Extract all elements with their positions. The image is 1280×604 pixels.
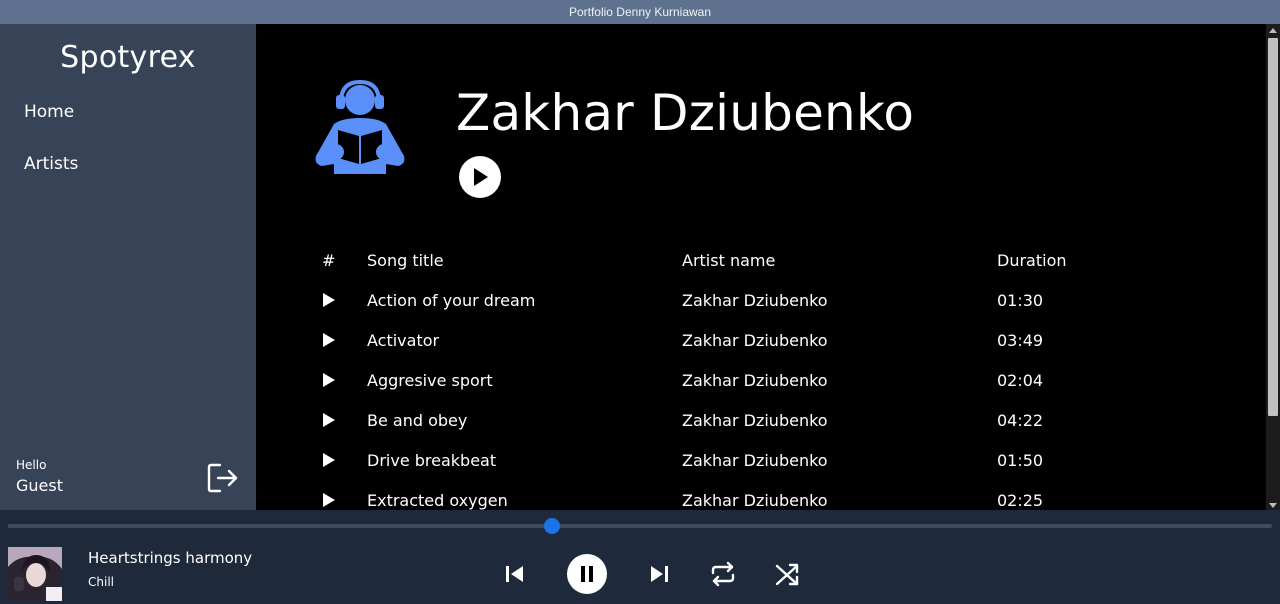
brand-logo-text: Spotyrex	[60, 40, 196, 75]
song-row[interactable]: Be and obey Zakhar Dziubenko 04:22	[316, 400, 1216, 440]
pause-icon	[581, 566, 593, 582]
play-icon[interactable]	[322, 413, 336, 427]
main-content: Zakhar Dziubenko # Song title Artist nam…	[256, 24, 1280, 510]
repeat-button[interactable]	[709, 560, 737, 588]
header-duration: Duration	[997, 251, 1067, 270]
repeat-icon	[711, 561, 735, 587]
song-title: Extracted oxygen	[367, 491, 508, 510]
song-row[interactable]: Action of your dream Zakhar Dziubenko 01…	[316, 280, 1216, 320]
header-number: #	[322, 251, 336, 270]
song-artist: Zakhar Dziubenko	[682, 411, 828, 430]
song-duration: 01:30	[997, 291, 1044, 310]
progress-fill	[8, 524, 552, 528]
pause-button[interactable]	[567, 554, 607, 594]
song-artist: Zakhar Dziubenko	[682, 371, 828, 390]
now-playing-genre: Chill	[88, 575, 114, 589]
logout-button[interactable]	[206, 462, 240, 494]
logout-icon	[207, 463, 238, 493]
song-row[interactable]: Extracted oxygen Zakhar Dziubenko 02:25	[316, 480, 1216, 510]
song-title: Drive breakbeat	[367, 451, 497, 470]
song-row[interactable]: Activator Zakhar Dziubenko 03:49	[316, 320, 1216, 360]
artist-play-button[interactable]	[459, 156, 501, 198]
song-duration: 02:25	[997, 491, 1044, 510]
song-title: Aggresive sport	[367, 371, 493, 390]
progress-knob[interactable]	[543, 518, 560, 534]
song-artist: Zakhar Dziubenko	[682, 331, 828, 350]
song-duration: 04:22	[997, 411, 1044, 430]
song-row[interactable]: Aggresive sport Zakhar Dziubenko 02:04	[316, 360, 1216, 400]
shuffle-icon	[775, 563, 799, 586]
next-icon	[651, 566, 668, 582]
nav-item-artists[interactable]: Artists	[24, 154, 78, 174]
song-title: Activator	[367, 331, 440, 350]
scrollbar-thumb[interactable]	[1268, 38, 1278, 416]
song-artist: Zakhar Dziubenko	[682, 451, 828, 470]
nav-item-home[interactable]: Home	[24, 102, 74, 122]
progress-slider[interactable]	[8, 518, 1272, 534]
header-artist-name: Artist name	[682, 251, 776, 270]
greeting-label: Hello	[16, 458, 47, 472]
artist-name-heading: Zakhar Dziubenko	[456, 84, 915, 142]
sidebar: Spotyrex Home Artists Hello Guest	[0, 24, 256, 510]
shuffle-button[interactable]	[773, 560, 801, 588]
album-art	[8, 547, 62, 601]
play-icon[interactable]	[322, 293, 336, 307]
song-artist: Zakhar Dziubenko	[682, 291, 828, 310]
play-icon[interactable]	[322, 493, 336, 507]
previous-icon	[506, 566, 523, 582]
window-titlebar: Portfolio Denny Kurniawan	[0, 0, 1280, 24]
song-row[interactable]: Drive breakbeat Zakhar Dziubenko 01:50	[316, 440, 1216, 480]
next-button[interactable]	[648, 564, 670, 584]
main-scrollbar[interactable]	[1266, 24, 1280, 510]
song-duration: 03:49	[997, 331, 1044, 350]
scroll-up-arrow-icon[interactable]	[1269, 28, 1277, 33]
scroll-down-arrow-icon[interactable]	[1269, 503, 1277, 508]
play-icon[interactable]	[322, 333, 336, 347]
previous-button[interactable]	[504, 564, 526, 584]
play-icon[interactable]	[322, 373, 336, 387]
user-name: Guest	[16, 476, 63, 495]
song-title: Action of your dream	[367, 291, 536, 310]
player-bar: Heartstrings harmony Chill	[0, 510, 1280, 604]
now-playing-title: Heartstrings harmony	[88, 549, 253, 567]
song-duration: 01:50	[997, 451, 1044, 470]
header-song-title: Song title	[367, 251, 444, 270]
play-icon[interactable]	[322, 453, 336, 467]
window-title: Portfolio Denny Kurniawan	[568, 5, 712, 19]
song-title: Be and obey	[367, 411, 468, 430]
song-table-header: # Song title Artist name Duration	[316, 240, 1216, 280]
person-reading-with-headphones-icon	[314, 79, 406, 176]
song-artist: Zakhar Dziubenko	[682, 491, 828, 510]
play-icon	[474, 168, 488, 186]
song-duration: 02:04	[997, 371, 1044, 390]
